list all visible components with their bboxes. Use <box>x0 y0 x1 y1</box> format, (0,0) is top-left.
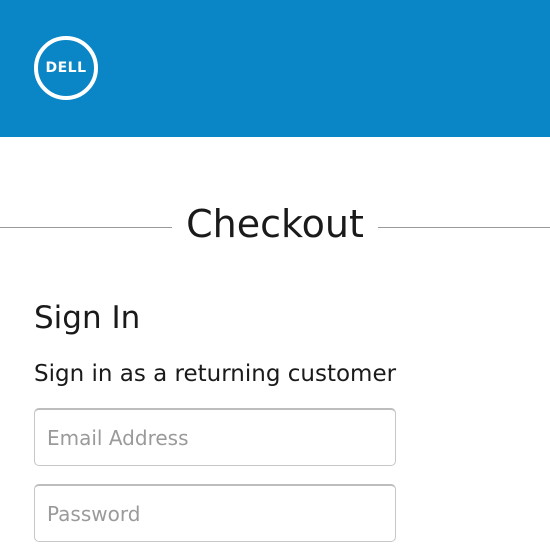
password-field[interactable] <box>34 484 396 542</box>
signin-heading: Sign In <box>34 300 141 336</box>
divider-left <box>0 227 172 228</box>
signin-subheading: Sign in as a returning customer <box>34 361 397 387</box>
dell-logo-icon[interactable]: DELL <box>34 36 98 100</box>
checkout-title-row: Checkout <box>0 200 550 250</box>
divider-right <box>378 227 550 228</box>
logo-text: DELL <box>45 60 87 76</box>
site-header: DELL <box>0 0 550 137</box>
page-title: Checkout <box>186 202 364 246</box>
email-field[interactable] <box>34 408 396 466</box>
